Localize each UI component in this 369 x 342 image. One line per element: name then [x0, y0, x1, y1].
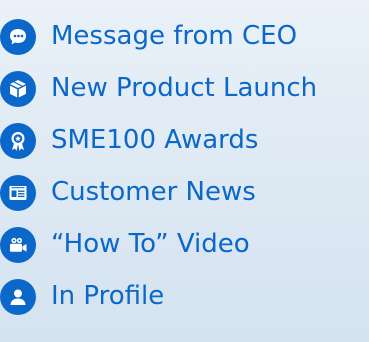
- person-icon: [0, 279, 36, 315]
- menu-item-label: Message from CEO: [51, 21, 298, 51]
- chat-bubble-icon: [0, 19, 36, 55]
- menu-item-label: SME100 Awards: [51, 125, 259, 155]
- news-menu: Message from CEO New Product Launch SME1…: [0, 0, 369, 342]
- award-ribbon-icon: [0, 123, 36, 159]
- menu-item-label: Customer News: [51, 177, 256, 207]
- video-camera-icon: [0, 227, 36, 263]
- menu-item-label: “How To” Video: [51, 229, 250, 259]
- box-icon: [0, 71, 36, 107]
- newspaper-icon: [0, 175, 36, 211]
- menu-item-label: New Product Launch: [51, 73, 318, 103]
- menu-item-label: In Profile: [51, 281, 165, 311]
